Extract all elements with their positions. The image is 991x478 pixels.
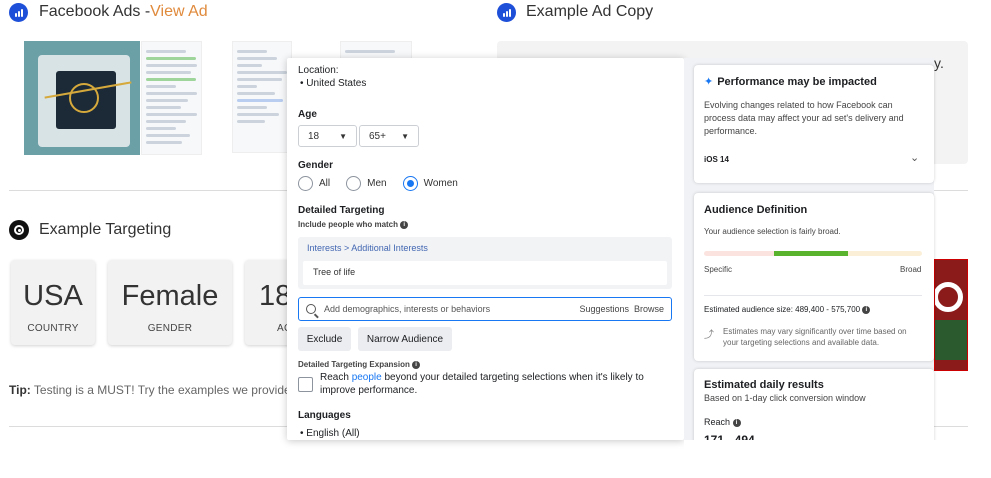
location-value: • United States: [300, 78, 367, 89]
country-card: USA COUNTRY: [11, 260, 95, 345]
language-value: • English (All): [300, 428, 360, 439]
sparkle-icon: ✦: [704, 76, 714, 88]
interest-group: Interests > Additional Interests Tree of…: [298, 237, 672, 289]
gender-men-radio[interactable]: [346, 176, 362, 191]
languages-label: Languages: [298, 410, 351, 421]
audience-subtitle: Your audience selection is fairly broad.: [704, 227, 841, 236]
audience-size: Estimated audience size: 489,400 - 575,7…: [704, 305, 871, 314]
expansion-text: Detailed Targeting Expansion: [298, 360, 410, 369]
targeting-preview: [232, 41, 292, 153]
tip-body: Testing is a MUST! Try the examples we p…: [30, 383, 291, 397]
info-icon[interactable]: i: [732, 418, 741, 427]
browse-link[interactable]: Browse: [634, 304, 664, 314]
divider: [934, 426, 968, 427]
location-label: Location:: [298, 65, 339, 76]
jewelry-image[interactable]: [24, 41, 140, 155]
gender-label: Gender: [298, 160, 334, 171]
performance-body: Evolving changes related to how Facebook…: [704, 100, 904, 136]
targeting-panel: Location: • United States Age 18 ▼ 65+ ▼ G…: [287, 58, 684, 440]
card-value: Female: [121, 280, 219, 312]
target-icon: [9, 220, 29, 240]
language-text: English (All): [306, 428, 360, 439]
gender-women-label: Women: [423, 178, 458, 189]
search-icon: [306, 304, 319, 318]
people-link[interactable]: people: [352, 372, 382, 383]
gender-radio-group: All Men Women: [298, 176, 458, 191]
ad-copy-text: y.: [934, 55, 944, 71]
info-icon[interactable]: i: [862, 305, 871, 314]
audience-definition-card: Audience Definition Your audience select…: [694, 193, 934, 361]
targeting-heading: Example Targeting: [39, 221, 172, 238]
ad-copy-heading: Example Ad Copy: [526, 3, 654, 20]
detailed-targeting-search[interactable]: Add demographics, interests or behaviors…: [298, 297, 672, 321]
performance-header: ✦ Performance may be impacted: [704, 75, 877, 89]
meter-broad-label: Broad: [900, 265, 922, 274]
gender-women-radio[interactable]: [402, 176, 418, 191]
audience-size-text: Estimated audience size: 489,400 - 575,7…: [704, 305, 861, 314]
meter-specific-label: Specific: [704, 265, 733, 274]
age-max-value: 65+: [369, 130, 386, 142]
performance-preview: [340, 41, 412, 59]
expansion-label: Detailed Targeting Expansion i: [298, 360, 421, 369]
gender-all-label: All: [319, 178, 331, 189]
interest-item[interactable]: Tree of life: [303, 261, 667, 285]
audience-meter: [704, 251, 922, 256]
interest-breadcrumb: Interests > Additional Interests: [307, 243, 428, 253]
daily-title: Estimated daily results: [704, 379, 824, 391]
performance-title: Performance may be impacted: [717, 75, 877, 88]
heading-text: Facebook Ads -: [39, 3, 151, 20]
expansion-checkbox[interactable]: [298, 377, 313, 392]
chevron-down-icon[interactable]: ⌄: [910, 151, 919, 164]
card-label: GENDER: [147, 323, 193, 334]
expansion-pre: Reach: [320, 372, 352, 383]
card-value: USA: [23, 280, 83, 312]
include-text: Include people who match: [298, 220, 399, 229]
page-background: [684, 440, 944, 478]
location-text: United States: [306, 78, 367, 89]
bar-chart-icon: [9, 3, 28, 22]
include-label: Include people who match i: [298, 220, 409, 229]
detailed-targeting-label: Detailed Targeting: [298, 205, 385, 216]
ios14-label[interactable]: iOS 14: [704, 155, 729, 164]
bar-chart-icon: [497, 3, 516, 22]
narrow-audience-button[interactable]: Narrow Audience: [358, 327, 452, 351]
audience-title: Audience Definition: [704, 204, 808, 216]
ad-comments-preview: [141, 41, 202, 155]
caret-down-icon: ▼: [339, 131, 347, 141]
tip-text: Tip: Testing is a MUST! Try the examples…: [9, 383, 291, 397]
gender-men-label: Men: [367, 178, 387, 189]
breadcrumb-additional[interactable]: Additional Interests: [351, 243, 428, 253]
info-icon[interactable]: i: [400, 220, 409, 229]
age-min-value: 18: [308, 130, 320, 142]
gender-card: Female GENDER: [108, 260, 232, 345]
performance-card: ✦ Performance may be impacted Evolving c…: [694, 65, 934, 183]
view-ad-link[interactable]: View Ad: [150, 3, 208, 20]
breadcrumb-separator: >: [341, 243, 352, 253]
card-label: COUNTRY: [27, 323, 79, 334]
caret-down-icon: ▼: [401, 131, 409, 141]
breadcrumb-interests[interactable]: Interests: [307, 243, 342, 253]
expansion-description: Reach people beyond your detailed target…: [320, 371, 675, 397]
tip-prefix: Tip:: [9, 383, 31, 397]
facebook-ads-heading: Facebook Ads -View Ad: [39, 3, 208, 21]
reach-label: Reach i: [704, 417, 741, 427]
daily-subtitle: Based on 1-day click conversion window: [704, 393, 866, 403]
exclude-button[interactable]: Exclude: [298, 327, 351, 351]
age-min-select[interactable]: 18 ▼: [298, 125, 357, 147]
age-label: Age: [298, 109, 317, 120]
audience-note: Estimates may vary significantly over ti…: [723, 327, 907, 347]
divider: [9, 426, 289, 427]
gender-all-radio[interactable]: [298, 176, 313, 191]
reach-text: Reach: [704, 417, 731, 427]
divider: [704, 295, 922, 296]
search-input[interactable]: Add demographics, interests or behaviors: [324, 304, 579, 314]
trend-icon: ⤴: [704, 330, 714, 341]
info-icon[interactable]: i: [412, 360, 421, 369]
daily-results-card: Estimated daily results Based on 1-day c…: [694, 369, 934, 449]
suggestions-link[interactable]: Suggestions: [579, 304, 629, 314]
ad-image: [934, 259, 968, 371]
age-max-select[interactable]: 65+ ▼: [359, 125, 419, 147]
divider: [9, 190, 289, 191]
